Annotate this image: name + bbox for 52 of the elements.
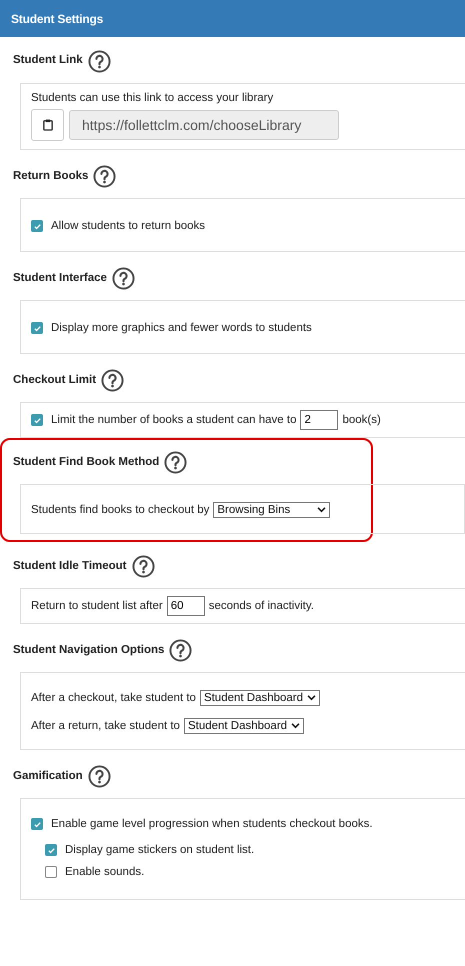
section-title: Student Idle Timeout <box>13 558 127 574</box>
checkmark-icon <box>46 846 56 855</box>
dropdown[interactable]: Student Dashboard <box>184 718 304 734</box>
section-title: Student Navigation Options <box>13 642 164 658</box>
help-icon[interactable] <box>88 50 111 72</box>
section-title: Student Link <box>13 53 83 68</box>
checkbox-label: Enable sounds. <box>65 864 144 880</box>
help-icon[interactable] <box>169 638 192 662</box>
copy-button[interactable] <box>31 109 64 142</box>
clipboard-icon <box>42 119 52 132</box>
caret-icon <box>291 723 300 730</box>
section-title: Student Interface <box>13 270 107 286</box>
help-icon[interactable] <box>164 450 188 474</box>
checkmark-icon <box>32 324 42 333</box>
dropdown[interactable]: Browsing Bins <box>213 502 330 518</box>
dropdown[interactable]: Student Dashboard <box>200 690 320 706</box>
section-title: Gamification <box>13 768 83 784</box>
help-icon[interactable] <box>88 764 111 788</box>
label-text: After a checkout, take student to <box>31 690 196 706</box>
label-text: After a return, take student to <box>31 718 180 734</box>
checkbox-label: Allow students to return books <box>51 218 206 234</box>
checkmark-icon <box>32 416 42 425</box>
checkbox[interactable] <box>31 414 43 426</box>
checkbox-label: Display game stickers on student list. <box>65 842 254 858</box>
checkbox[interactable] <box>45 866 57 878</box>
checkbox[interactable] <box>31 220 43 232</box>
section-title: Return Books <box>13 168 88 184</box>
caret-icon <box>307 695 316 702</box>
number-field[interactable]: 60 <box>166 596 205 616</box>
url-field[interactable]: https://follettclm.com/chooseLibrary <box>69 110 339 140</box>
caret-icon <box>317 507 326 514</box>
help-icon[interactable] <box>112 266 135 290</box>
panel-header: Student Settings <box>0 0 465 37</box>
checkbox[interactable] <box>45 844 57 856</box>
section-title: Checkout Limit <box>13 372 96 388</box>
checkbox-label: Enable game level progression when students checkout books. <box>51 816 373 832</box>
description-text: Students can use this link to access your library <box>31 91 274 106</box>
label-text: Students find books to checkout by <box>31 502 210 518</box>
help-icon[interactable] <box>93 164 116 188</box>
checkbox-label: Display more graphics and fewer words to students <box>51 320 312 336</box>
label-text: Return to student list after <box>31 598 163 614</box>
label-text: seconds of inactivity. <box>208 598 314 614</box>
help-icon[interactable] <box>101 368 124 392</box>
help-icon[interactable] <box>132 554 155 578</box>
checkbox[interactable] <box>31 322 43 334</box>
section-title: Student Find Book Method <box>13 454 160 470</box>
label-text: book(s) <box>342 412 381 428</box>
checkmark-icon <box>32 820 42 829</box>
label-text: Limit the number of books a student can have to <box>51 412 296 428</box>
checkbox[interactable] <box>31 818 43 830</box>
checkmark-icon <box>32 222 42 231</box>
number-field[interactable]: 2 <box>300 410 338 430</box>
